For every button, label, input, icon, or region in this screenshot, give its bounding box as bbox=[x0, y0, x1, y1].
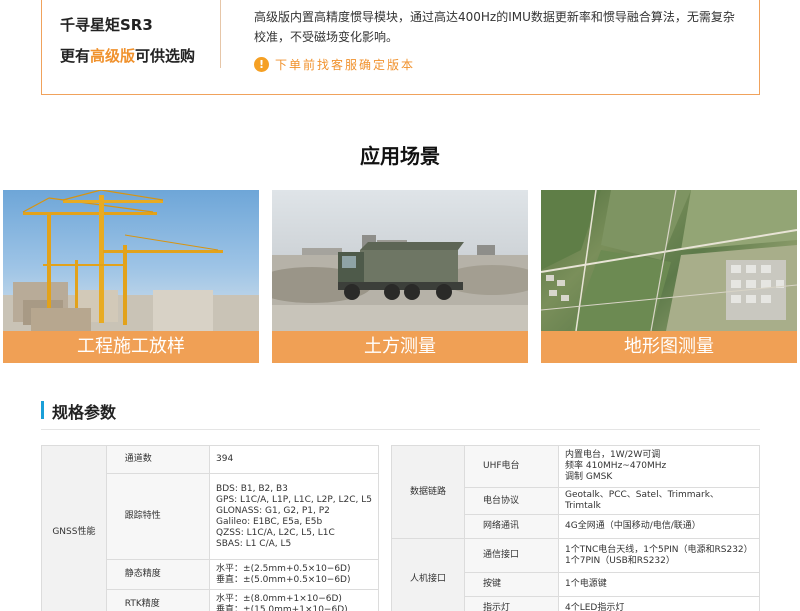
scene-caption-topographic: 地形图测量 bbox=[541, 331, 797, 363]
application-scenes-title: 应用场景 bbox=[360, 144, 440, 168]
spec-key: 通道数 bbox=[105, 445, 211, 474]
upgrade-box: 千寻星矩SR3 更有高级版可供选购 高级版内置高精度惯导模块，通过高达400Hz… bbox=[41, 0, 760, 95]
upgrade-product: 千寻星矩SR3 更有高级版可供选购 bbox=[60, 14, 195, 66]
spec-value: Geotalk、PCC、Satel、Trimmark、Trimtalk bbox=[558, 487, 760, 515]
specs-heading: 规格参数 bbox=[52, 403, 117, 422]
scene-card-topographic: 地形图测量 bbox=[541, 190, 797, 363]
upgrade-sub-suffix: 可供选购 bbox=[135, 47, 196, 65]
spec-value: 水平：±(8.0mm+1×10−6D) 垂直：±(15.0mm+1×10−6D) bbox=[209, 589, 379, 611]
upgrade-title: 千寻星矩SR3 bbox=[60, 16, 153, 34]
spec-value: 内置电台，1W/2W可调 频率 410MHz~470MHz 调制 GMSK bbox=[558, 445, 760, 488]
upgrade-sub-highlight: 高级版 bbox=[90, 47, 136, 65]
spec-key: UHF电台 bbox=[464, 445, 559, 488]
link-hmi-spec-table: 数据链路 UHF电台 内置电台，1W/2W可调 频率 410MHz~470MHz… bbox=[391, 445, 760, 611]
table-row: 数据链路 UHF电台 内置电台，1W/2W可调 频率 410MHz~470MHz… bbox=[391, 445, 760, 539]
specs-heading-bar bbox=[41, 401, 44, 419]
warning-icon: ! bbox=[254, 57, 269, 72]
upgrade-divider bbox=[220, 0, 221, 68]
scene-caption-earthwork: 土方测量 bbox=[272, 331, 528, 363]
group-hmi: 人机接口 bbox=[391, 538, 465, 611]
table-row: GNSS性能 通道数 394 bbox=[41, 445, 379, 611]
aerial-map-image bbox=[541, 190, 797, 332]
gnss-spec-table: GNSS性能 通道数 394 跟踪特性 BDS: B1, B2, B3 GPS:… bbox=[41, 445, 379, 611]
spec-key: 静态精度 bbox=[105, 559, 211, 590]
spec-value: 4个LED指示灯 bbox=[558, 596, 760, 611]
spec-value: 水平：±(2.5mm+0.5×10−6D) 垂直：±(5.0mm+0.5×10−… bbox=[209, 559, 379, 590]
spec-key: 按键 bbox=[464, 572, 559, 597]
dump-truck-image bbox=[272, 190, 528, 331]
specs-divider bbox=[41, 429, 760, 430]
contact-service-text[interactable]: 下单前找客服确定版本 bbox=[275, 56, 415, 73]
spec-value: 394 bbox=[209, 445, 379, 474]
spec-value: 4G全网通（中国移动/电信/联通） bbox=[558, 514, 760, 539]
table-row: 人机接口 通信接口 1个TNC电台天线，1个5PIN（电源和RS232） 1个7… bbox=[391, 538, 760, 611]
scene-card-construction: 工程施工放样 bbox=[3, 190, 259, 363]
spec-key: 通信接口 bbox=[464, 538, 559, 573]
contact-service-note[interactable]: ! 下单前找客服确定版本 bbox=[254, 56, 415, 73]
scene-card-earthwork: 土方测量 bbox=[272, 190, 528, 363]
spec-value: 1个TNC电台天线，1个5PIN（电源和RS232） 1个7PIN（USB和RS… bbox=[558, 538, 760, 573]
upgrade-subtitle: 更有高级版可供选购 bbox=[60, 45, 195, 66]
spec-key: RTK精度 bbox=[105, 589, 211, 611]
spec-key: 网络通讯 bbox=[464, 514, 559, 539]
spec-key: 跟踪特性 bbox=[105, 473, 211, 560]
spec-value: 1个电源键 bbox=[558, 572, 760, 597]
spec-key: 指示灯 bbox=[464, 596, 559, 611]
group-data-link: 数据链路 bbox=[391, 445, 465, 539]
spec-value: BDS: B1, B2, B3 GPS: L1C/A, L1P, L1C, L2… bbox=[209, 473, 379, 560]
group-gnss: GNSS性能 bbox=[41, 445, 107, 611]
spec-key: 电台协议 bbox=[464, 487, 559, 515]
scene-caption-construction: 工程施工放样 bbox=[3, 331, 259, 363]
upgrade-description: 高级版内置高精度惯导模块，通过高达400Hz的IMU数据更新率和惯导融合算法，无… bbox=[254, 10, 735, 44]
upgrade-sub-prefix: 更有 bbox=[60, 47, 91, 65]
construction-crane-image bbox=[3, 190, 259, 331]
